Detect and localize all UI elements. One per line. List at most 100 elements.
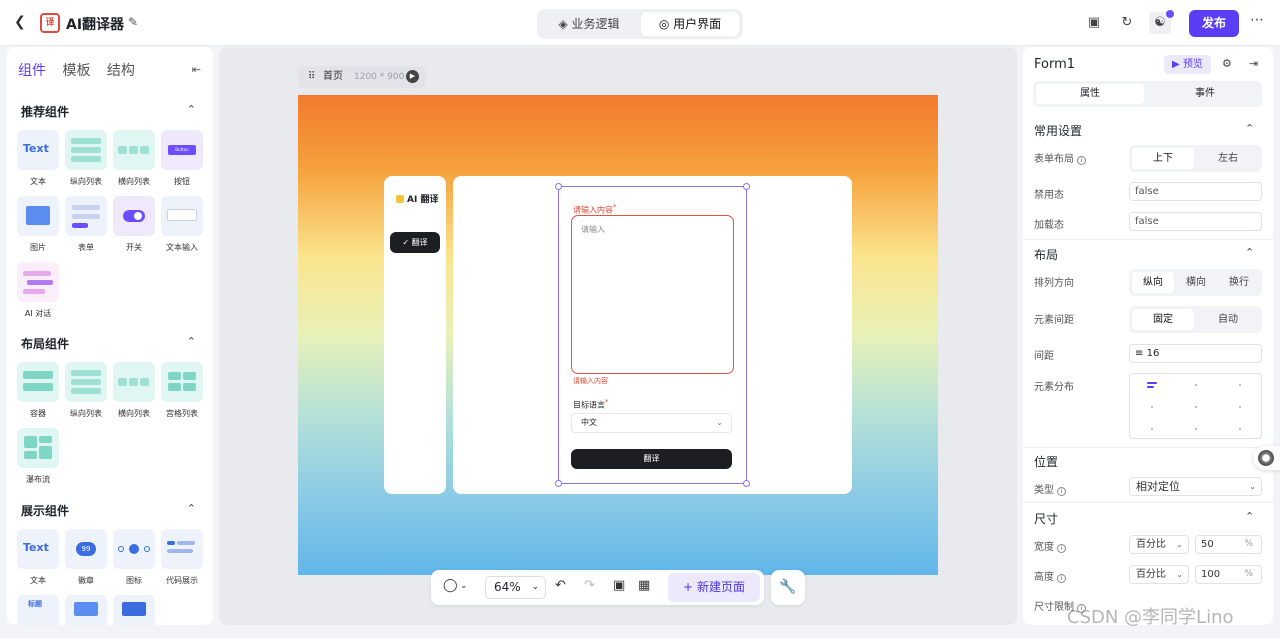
- component-waterfall[interactable]: 瀑布流: [16, 428, 60, 485]
- disabled-input[interactable]: false: [1129, 182, 1262, 201]
- collapse-panel-icon[interactable]: ⇤: [192, 63, 201, 76]
- nav-translate-button[interactable]: ✓ 翻译: [390, 232, 440, 253]
- align-dot[interactable]: [1151, 406, 1153, 408]
- component-form[interactable]: 表单: [64, 196, 108, 253]
- gear-icon[interactable]: ⚙: [1222, 57, 1232, 70]
- resize-handle[interactable]: [555, 183, 562, 190]
- zoom-select[interactable]: 64% ⌄: [485, 576, 546, 599]
- component-icon[interactable]: 图标: [112, 529, 156, 586]
- component-text-input[interactable]: 文本输入: [160, 196, 204, 253]
- gap-input[interactable]: ≡ 16: [1129, 344, 1262, 363]
- content-textarea[interactable]: 请输入: [571, 215, 734, 374]
- component-vertical-list[interactable]: 纵向列表: [64, 130, 108, 187]
- component-layout-horizontal-list[interactable]: 横向列表: [112, 362, 156, 419]
- align-dot[interactable]: [1239, 428, 1241, 430]
- loading-input[interactable]: false: [1129, 212, 1262, 231]
- align-dot[interactable]: [1195, 428, 1197, 430]
- component-layout-vertical-list[interactable]: 纵向列表: [64, 362, 108, 419]
- component-image-card[interactable]: [64, 595, 108, 625]
- spacing-label: 元素间距: [1034, 315, 1074, 326]
- chevron-up-icon[interactable]: ⌃: [187, 502, 196, 515]
- history-icon[interactable]: ↻: [1116, 12, 1138, 34]
- component-button[interactable]: Button 按钮: [160, 130, 204, 187]
- layout-option-vertical[interactable]: 上下: [1132, 148, 1194, 169]
- preview-button[interactable]: ▶ 预览: [1164, 55, 1211, 74]
- component-container[interactable]: 容器: [16, 362, 60, 419]
- distribution-grid[interactable]: [1129, 373, 1262, 439]
- component-image[interactable]: 图片: [16, 196, 60, 253]
- selected-form[interactable]: 请输入内容* 请输入 请输入内容 目标语言* 中文 ⌄ 翻译: [555, 183, 750, 487]
- align-dot[interactable]: [1151, 428, 1153, 430]
- chevron-down-icon[interactable]: ⌄: [460, 581, 468, 591]
- collapse-panel-icon[interactable]: ⇥: [1249, 57, 1258, 70]
- component-ai-chat[interactable]: AI 对话: [16, 262, 60, 319]
- height-input[interactable]: 100%: [1195, 565, 1262, 584]
- fit-screen-icon[interactable]: ▣: [613, 578, 625, 593]
- info-icon[interactable]: i: [1077, 156, 1086, 165]
- tab-structure[interactable]: 结构: [107, 60, 135, 80]
- width-input[interactable]: 50%: [1195, 535, 1262, 554]
- component-grid-list[interactable]: 宫格列表: [160, 362, 204, 419]
- tab-business-logic[interactable]: ◈ 业务逻辑: [541, 12, 637, 36]
- more-icon[interactable]: ⋯: [1250, 12, 1264, 28]
- direction-vertical[interactable]: 纵向: [1132, 272, 1174, 293]
- resize-handle[interactable]: [555, 480, 562, 487]
- align-dot[interactable]: [1239, 384, 1241, 386]
- spacing-fixed[interactable]: 固定: [1132, 309, 1194, 330]
- align-dot[interactable]: [1195, 406, 1197, 408]
- component-switch[interactable]: 开关: [112, 196, 156, 253]
- component-horizontal-list[interactable]: 横向列表: [112, 130, 156, 187]
- position-type-select[interactable]: 相对定位 ⌄: [1129, 477, 1262, 496]
- nav-card[interactable]: AI 翻译 ✓ 翻译: [384, 176, 446, 494]
- drag-handle-icon[interactable]: ⠿: [308, 66, 315, 88]
- layout-option-horizontal[interactable]: 左右: [1197, 148, 1259, 169]
- component-title[interactable]: 标题: [16, 595, 60, 625]
- align-dot[interactable]: [1239, 406, 1241, 408]
- resize-handle[interactable]: [743, 183, 750, 190]
- component-badge[interactable]: 99 徽章: [64, 529, 108, 586]
- redo-icon[interactable]: ↷: [584, 578, 595, 593]
- tab-events[interactable]: 事件: [1151, 84, 1259, 104]
- spacing-auto[interactable]: 自动: [1197, 309, 1259, 330]
- tab-user-interface[interactable]: ◎ 用户界面: [641, 12, 739, 36]
- tab-properties[interactable]: 属性: [1036, 84, 1144, 104]
- save-icon[interactable]: ▣: [1083, 12, 1105, 34]
- component-display-text[interactable]: Text 文本: [16, 529, 60, 586]
- assistant-float-button[interactable]: [1253, 446, 1280, 470]
- translate-button[interactable]: 翻译: [571, 449, 732, 469]
- pointer-tool-icon[interactable]: ◯: [443, 578, 458, 593]
- artboard[interactable]: AI 翻译 ✓ 翻译 请输入内容* 请输入 请输入内容 目标语言* 中文 ⌄ 翻…: [298, 95, 938, 575]
- info-icon[interactable]: i: [1057, 487, 1066, 496]
- back-icon[interactable]: ❮: [14, 14, 30, 30]
- component-text[interactable]: Text 文本: [16, 130, 60, 187]
- undo-icon[interactable]: ↶: [555, 578, 566, 593]
- info-icon[interactable]: i: [1057, 574, 1066, 583]
- form-card[interactable]: 请输入内容* 请输入 请输入内容 目标语言* 中文 ⌄ 翻译: [453, 176, 852, 494]
- chevron-up-icon[interactable]: ⌃: [187, 103, 196, 116]
- chevron-up-icon[interactable]: ⌃: [187, 335, 196, 348]
- tab-templates[interactable]: 模板: [62, 60, 90, 80]
- component-code-display[interactable]: 代码展示: [160, 529, 204, 586]
- info-icon[interactable]: i: [1057, 544, 1066, 553]
- align-dot[interactable]: [1195, 384, 1197, 386]
- width-mode-select[interactable]: 百分比 ⌄: [1129, 535, 1189, 554]
- chevron-up-icon[interactable]: ⌃: [1245, 122, 1254, 135]
- chevron-up-icon[interactable]: ⌃: [1245, 510, 1254, 523]
- wrench-icon[interactable]: 🔧: [771, 570, 805, 605]
- new-page-button[interactable]: + 新建页面: [668, 573, 760, 602]
- direction-wrap[interactable]: 换行: [1218, 272, 1260, 293]
- page-chip[interactable]: ⠿ 首页 1200 * 900 ▶: [298, 66, 426, 88]
- grid-view-icon[interactable]: ▦: [638, 578, 650, 593]
- edit-icon[interactable]: ✎: [128, 15, 138, 29]
- component-chart[interactable]: [112, 595, 156, 625]
- height-mode-select[interactable]: 百分比 ⌄: [1129, 565, 1189, 584]
- title-tile-icon: 标题: [17, 595, 59, 625]
- publish-button[interactable]: 发布: [1189, 10, 1239, 37]
- play-icon[interactable]: ▶: [406, 70, 419, 83]
- switch-knob-icon: [134, 212, 142, 220]
- chevron-up-icon[interactable]: ⌃: [1245, 246, 1254, 259]
- language-select[interactable]: 中文 ⌄: [571, 413, 732, 433]
- resize-handle[interactable]: [743, 480, 750, 487]
- direction-horizontal[interactable]: 横向: [1175, 272, 1217, 293]
- tab-components[interactable]: 组件: [18, 60, 46, 80]
